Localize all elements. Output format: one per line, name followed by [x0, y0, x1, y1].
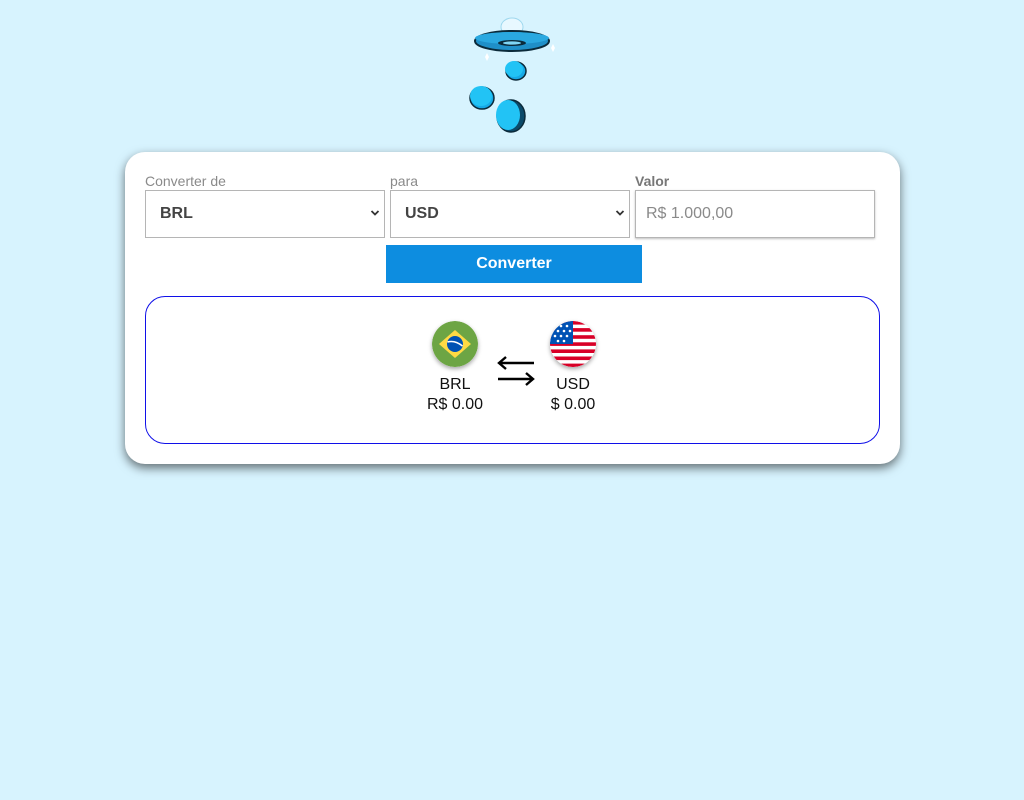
- convert-button[interactable]: Converter: [386, 245, 642, 283]
- chevron-down-icon: [615, 210, 625, 216]
- converter-card: Converter de BRL para USD Valor Converte…: [125, 152, 900, 464]
- from-currency-code: BRL: [439, 376, 471, 393]
- from-currency-select[interactable]: BRL: [145, 190, 385, 238]
- to-currency-select[interactable]: USD: [390, 190, 630, 238]
- from-currency-amount: R$ 0.00: [426, 396, 484, 413]
- from-field: Converter de BRL: [145, 172, 385, 238]
- amount-input[interactable]: [635, 190, 875, 238]
- result-from: BRL R$ 0.00: [410, 321, 500, 415]
- ufo-coins-logo: [469, 17, 555, 133]
- from-label: Converter de: [145, 173, 226, 189]
- chevron-down-icon: [370, 210, 380, 216]
- to-label: para: [390, 173, 419, 189]
- amount-field: Valor: [635, 172, 875, 238]
- conversion-result: BRL R$ 0.00 USD $ 0.00: [145, 296, 880, 444]
- result-to: USD $ 0.00: [528, 321, 618, 415]
- to-currency-amount: $ 0.00: [550, 396, 596, 413]
- from-currency-value: BRL: [160, 205, 193, 222]
- to-currency-value: USD: [405, 205, 439, 222]
- to-field: para USD: [390, 172, 630, 238]
- amount-label: Valor: [635, 173, 670, 189]
- to-currency-code: USD: [556, 376, 590, 393]
- usa-flag-icon: [550, 321, 596, 367]
- brazil-flag-icon: [432, 321, 478, 367]
